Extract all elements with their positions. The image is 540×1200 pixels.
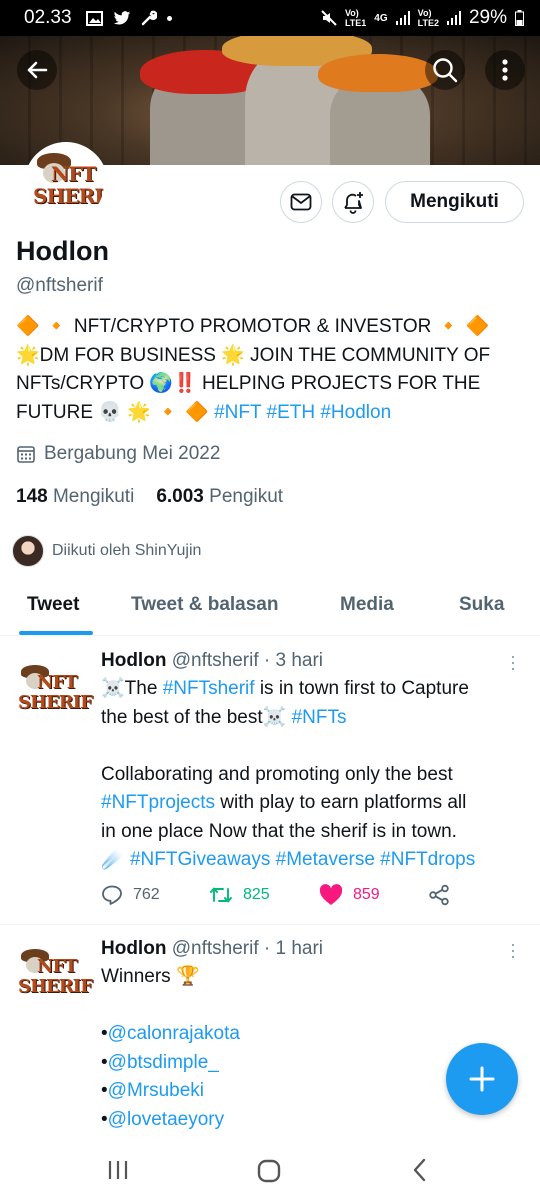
following-stat[interactable]: 148 Mengikuti [16,486,134,508]
tweet[interactable]: NFT SHERIF Hodlon @nftsherif · 3 hari · ·… [0,637,540,924]
follow-stats: 148 Mengikuti 6.003 Pengikut [16,486,283,508]
recent-apps-icon[interactable] [106,1158,130,1182]
status-bar: 02.33 Vo) LTE1 4G Vo) LTE2 29% [0,0,540,36]
logo-text: NFT [51,162,96,186]
more-options-button[interactable] [485,50,525,90]
join-date: Bergabung Mei 2022 [16,443,220,465]
logo-text-2: SHERIF [33,184,108,208]
twitter-icon [113,10,130,25]
tweet-more-icon[interactable]: · · · [510,935,516,965]
logo-text-2: SHERIF [18,976,93,997]
sim2-label: Vo) LTE2 [417,8,439,28]
tweet-avatar[interactable]: NFT SHERIF [16,659,93,727]
profile-bio: 🔶 🔸 NFT/CRYPTO PROMOTOR & INVESTOR 🔸 🔶 🌟… [16,313,528,427]
status-time: 02.33 [24,7,72,28]
tab-media[interactable]: Media [340,594,394,616]
tweet-avatar[interactable]: NFT SHERIF [16,943,93,1011]
bell-plus-icon [344,192,363,214]
reply-button[interactable]: 762 [101,884,160,906]
signal-icon-2 [446,11,461,25]
mute-icon [321,10,337,26]
tab-likes[interactable]: Suka [459,594,504,616]
bio-line: 🔶 🔸 NFT/CRYPTO PROMOTOR & INVESTOR 🔸 🔶 [16,316,490,337]
mention[interactable]: @btsdimple_ [108,1052,219,1073]
tweet-header: Hodlon @nftsherif · 3 hari [101,650,323,672]
tweet-meta: @nftsherif · 3 hari [171,650,324,671]
followed-by[interactable]: Diikuti oleh ShinYujin [12,535,201,567]
bio-line: NFTs/CRYPTO 🌍‼️ HELPING PROJECTS FOR THE [16,373,481,394]
home-icon[interactable] [256,1158,282,1184]
like-count: 859 [353,886,380,903]
tools-icon [141,10,157,26]
hashtag[interactable]: #NFTGiveaways #Metaverse #NFTdrops [130,849,475,870]
bio-line: 🌟DM FOR BUSINESS 🌟 JOIN THE COMMUNITY OF [16,344,491,366]
logo-text: NFT [37,956,78,977]
tab-tweet-replies[interactable]: Tweet & balasan [131,594,278,616]
tweet-text: ☠️The #NFTsherif is in town first to Cap… [101,678,476,870]
heart-filled-icon [319,884,343,905]
bio-hashtags[interactable]: #NFT #ETH #Hodlon [214,402,391,423]
profile-handle: @nftsherif [16,275,103,296]
tweet-more-icon[interactable]: · · · [510,647,516,677]
tweet-meta: @nftsherif · 1 hari [171,938,324,959]
calendar-icon [17,446,35,463]
compose-tweet-button[interactable] [446,1043,518,1115]
gallery-icon [85,10,103,26]
arrow-left-icon [27,61,48,79]
notify-button[interactable] [332,181,374,223]
tab-indicator [19,631,93,635]
followers-stat[interactable]: 6.003 Pengikut [156,486,283,508]
join-date-label: Bergabung Mei 2022 [44,443,221,464]
battery-percent: 29% [468,7,507,28]
bio-line: FUTURE 💀 🌟 🔸 🔶 [16,401,215,423]
like-button[interactable]: 859 [319,884,380,906]
net-type-label: 4G [374,12,388,24]
hashtag[interactable]: #NFTsherif [163,678,255,699]
avatar [12,535,44,567]
message-button[interactable] [280,181,322,223]
notification-dot-icon [166,15,172,21]
tweet-header: Hodlon @nftsherif · 1 hari [101,938,323,960]
followed-by-label: Diikuti oleh ShinYujin [52,542,202,559]
back-button[interactable] [17,50,57,90]
mention[interactable]: @calonrajakota [108,1023,240,1044]
logo-text-2: SHERIF [18,692,93,713]
following-button[interactable]: Mengikuti [385,181,524,223]
tweet-author[interactable]: Hodlon [101,938,166,959]
tweet-actions: 762 825 859 [101,884,501,914]
share-button[interactable] [428,884,450,906]
logo-text: NFT [37,672,78,693]
back-nav-icon[interactable] [410,1158,430,1182]
mention[interactable]: @lovetaeyory [108,1109,224,1130]
envelope-icon [290,193,312,211]
plus-icon [469,1066,495,1092]
more-vertical-icon [502,59,508,81]
share-icon [429,884,449,906]
reply-icon [102,885,122,905]
tweet-author[interactable]: Hodlon [101,650,166,671]
profile-name: Hodlon [16,236,109,266]
profile-tabs: Tweet Tweet & balasan Media Suka [0,580,540,636]
tab-tweet[interactable]: Tweet [27,594,79,616]
mention[interactable]: @Mrsubeki [108,1080,204,1101]
hashtag[interactable]: #NFTprojects [101,792,215,813]
signal-icon [395,11,410,25]
system-nav-bar [0,1140,540,1200]
sim1-label: Vo) LTE1 [344,8,367,28]
retweet-count: 825 [243,886,270,903]
search-button[interactable] [425,50,465,90]
reply-count: 762 [133,886,160,903]
profile-avatar[interactable]: NFT SHERIF [24,142,108,226]
retweet-button[interactable]: 825 [209,884,270,906]
search-icon [433,58,458,83]
hashtag[interactable]: #NFTs [292,707,347,728]
tweet[interactable]: NFT SHERIF Hodlon @nftsherif · 1 hari · ·… [0,925,540,1140]
battery-icon [515,10,524,26]
retweet-icon [210,887,232,903]
